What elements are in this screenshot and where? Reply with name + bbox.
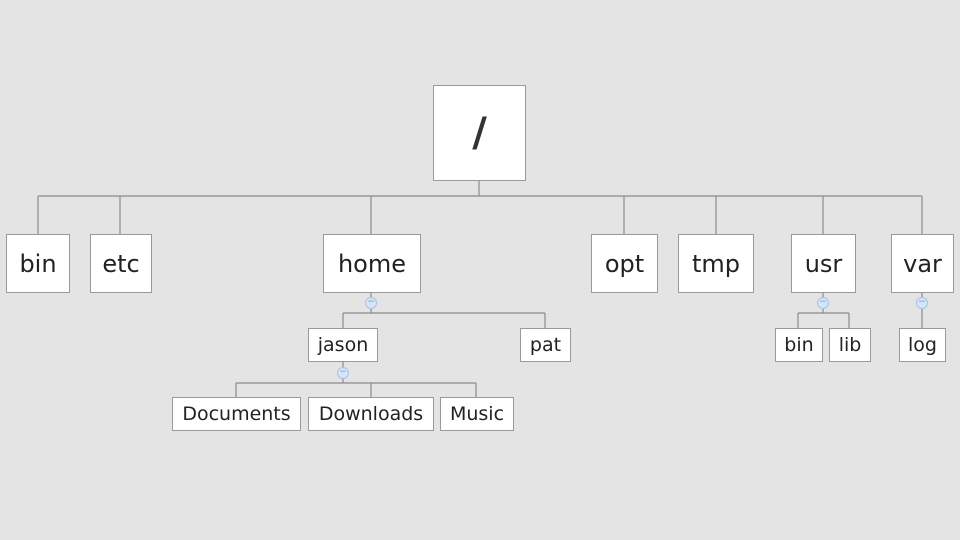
node-music[interactable]: Music: [440, 397, 514, 431]
collapse-usr-icon[interactable]: −: [817, 297, 829, 309]
node-usr[interactable]: usr: [791, 234, 856, 293]
node-opt[interactable]: opt: [591, 234, 658, 293]
node-documents[interactable]: Documents: [172, 397, 301, 431]
node-jason[interactable]: jason: [308, 328, 378, 362]
node-var-log[interactable]: log: [899, 328, 946, 362]
node-usr-bin[interactable]: bin: [775, 328, 823, 362]
node-home[interactable]: home: [323, 234, 421, 293]
node-bin[interactable]: bin: [6, 234, 70, 293]
node-downloads[interactable]: Downloads: [308, 397, 434, 431]
node-etc[interactable]: etc: [90, 234, 152, 293]
node-tmp[interactable]: tmp: [678, 234, 754, 293]
collapse-var-icon[interactable]: −: [916, 297, 928, 309]
node-var[interactable]: var: [891, 234, 954, 293]
collapse-home-icon[interactable]: −: [365, 297, 377, 309]
collapse-jason-icon[interactable]: −: [337, 367, 349, 379]
node-pat[interactable]: pat: [520, 328, 571, 362]
node-root[interactable]: /: [433, 85, 526, 181]
node-usr-lib[interactable]: lib: [829, 328, 871, 362]
